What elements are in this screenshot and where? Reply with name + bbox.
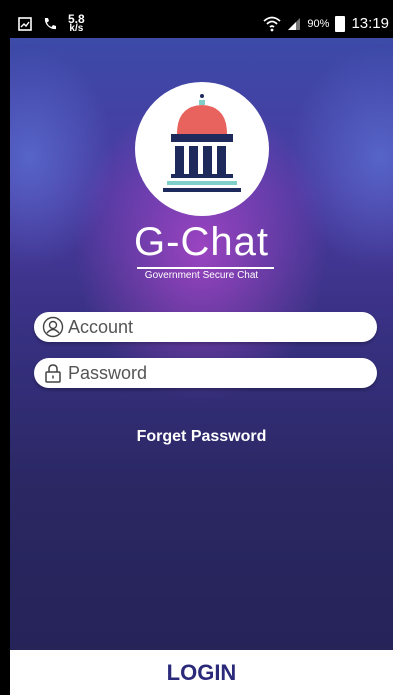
wifi-icon: [263, 16, 282, 31]
title-underline: [137, 267, 274, 269]
forget-password-link[interactable]: Forget Password: [10, 428, 393, 446]
network-speed: 5.8 k/s: [68, 13, 85, 34]
password-input[interactable]: [68, 358, 368, 388]
clock: 13:19: [351, 15, 389, 32]
password-field[interactable]: [34, 358, 377, 388]
speed-unit: k/s: [69, 23, 84, 34]
battery-percent: 90%: [307, 17, 330, 30]
account-input[interactable]: [68, 312, 368, 342]
phone-frame: 5.8 k/s 90% 13:19 G-Chat Government Secu…: [0, 0, 393, 695]
gallery-icon: [18, 17, 32, 31]
account-field[interactable]: [34, 312, 377, 342]
app-title: G-Chat: [134, 220, 269, 264]
status-bar: 5.8 k/s 90% 13:19: [10, 10, 393, 38]
battery-icon: [335, 15, 346, 32]
government-building-icon: [163, 94, 241, 192]
phone-icon: [44, 18, 56, 30]
logo-circle: [135, 82, 269, 216]
lock-icon: [45, 364, 61, 383]
status-right: 90% 13:19: [263, 15, 389, 32]
app-subtitle: Government Secure Chat: [144, 270, 259, 281]
signal-icon: [288, 17, 301, 30]
status-left: 5.8 k/s: [18, 13, 85, 34]
user-icon: [42, 316, 64, 338]
login-button[interactable]: LOGIN: [10, 650, 393, 695]
app-screen: 5.8 k/s 90% 13:19 G-Chat Government Secu…: [10, 10, 393, 695]
